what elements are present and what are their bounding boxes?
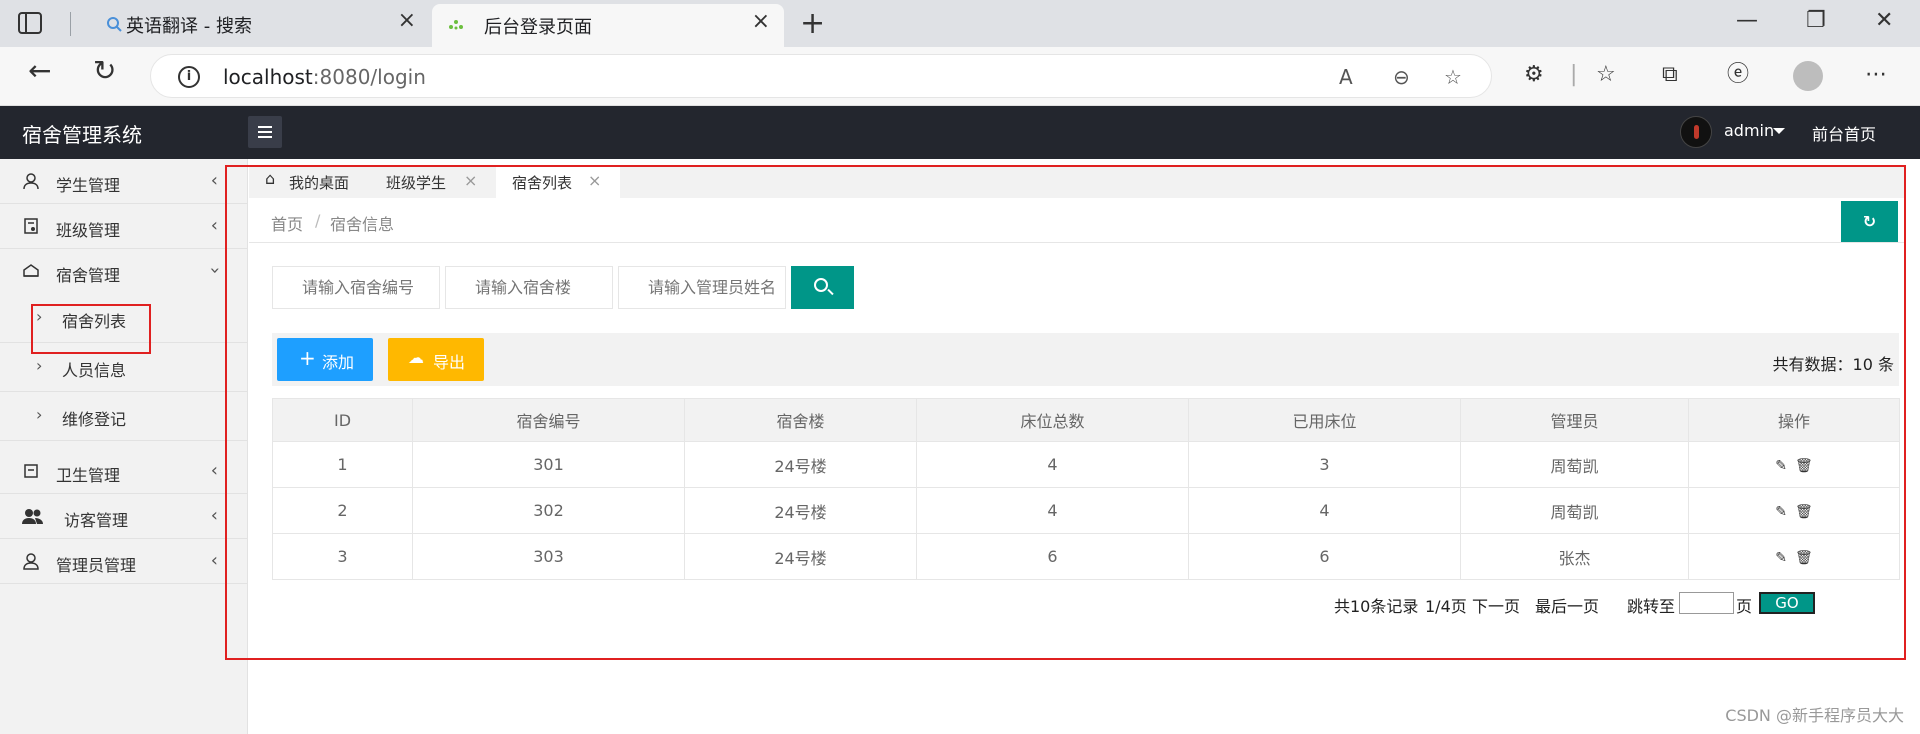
sidebar-item-label: 卫生管理 [56, 466, 121, 485]
class-icon [22, 217, 40, 235]
toolbar-divider: | [1570, 62, 1578, 87]
sidebar-item-label: 班级管理 [56, 221, 121, 240]
extensions-icon[interactable]: ⚙ [1524, 64, 1544, 86]
admin-icon [22, 552, 40, 570]
chevron-left-icon: ‹ [210, 460, 218, 481]
more-options-icon[interactable]: ⋯ [1865, 64, 1887, 86]
refresh-icon[interactable]: ↻ [93, 57, 116, 85]
chevron-right-icon: › [36, 405, 43, 424]
app-header: 宿舍管理系统 admin 前台首页 [0, 106, 1920, 159]
sidebar: 学生管理 ‹ 班级管理 ‹ 宿舍管理 ‹ › 宿舍列表 › 人员信息 › 维修登… [0, 159, 248, 734]
profile-avatar[interactable] [1793, 61, 1823, 91]
user-icon [22, 172, 40, 190]
sidebar-subitem-label: 维修登记 [62, 410, 127, 429]
browser-tab-title: 后台登录页面 [484, 17, 592, 38]
users-icon [22, 507, 43, 525]
sidebar-item-hygiene[interactable]: 卫生管理 ‹ [0, 449, 248, 494]
sidebar-item-dorms[interactable]: 宿舍管理 ‹ [0, 249, 248, 294]
sidebar-item-visitors[interactable]: 访客管理 ‹ [0, 494, 248, 539]
sidebar-item-label: 访客管理 [64, 511, 129, 530]
browser-tab-title: 英语翻译 - 搜索 [126, 16, 252, 37]
hygiene-icon [22, 462, 40, 480]
sidebar-subitem-label: 人员信息 [62, 361, 127, 380]
annotation-box-sidebar [31, 304, 151, 354]
close-window-button[interactable]: ✕ [1875, 8, 1893, 33]
collections-icon[interactable]: ⧉ [1662, 64, 1678, 86]
minimize-button[interactable]: — [1736, 8, 1758, 33]
browser-tabstrip: 英语翻译 - 搜索 × 后台登录页面 × + — ❐ ✕ [0, 0, 1920, 47]
menu-toggle-icon[interactable] [248, 116, 282, 148]
chevron-down-icon: ‹ [203, 266, 225, 275]
maximize-button[interactable]: ❐ [1806, 8, 1826, 33]
search-favicon-icon [107, 17, 122, 32]
browser-tab-login[interactable]: 后台登录页面 × [432, 4, 784, 47]
close-tab-icon[interactable]: × [752, 11, 770, 33]
sidebar-item-label: 管理员管理 [56, 556, 137, 575]
watermark: CSDN @新手程序员大大 [1725, 706, 1904, 725]
sidebar-item-students[interactable]: 学生管理 ‹ [0, 159, 248, 204]
zoom-out-icon[interactable]: ⊖ [1393, 65, 1410, 89]
user-name[interactable]: admin [1724, 121, 1774, 140]
chevron-right-icon: › [36, 356, 43, 375]
new-tab-button[interactable]: + [800, 6, 825, 41]
close-tab-icon[interactable]: × [398, 10, 416, 32]
browser-tab-search[interactable]: 英语翻译 - 搜索 × [90, 0, 430, 47]
ie-mode-icon[interactable]: ⓔ [1727, 64, 1749, 86]
dorm-icon [22, 262, 40, 280]
sidebar-subitem-repair[interactable]: › 维修登记 [0, 392, 248, 441]
user-avatar[interactable] [1680, 116, 1712, 148]
add-favorite-icon[interactable]: ☆ [1444, 65, 1462, 89]
annotation-box-main [225, 165, 1906, 660]
sidebar-item-classes[interactable]: 班级管理 ‹ [0, 204, 248, 249]
tab-separator [70, 12, 71, 36]
chevron-left-icon: ‹ [210, 550, 218, 571]
app-title: 宿舍管理系统 [22, 123, 142, 147]
address-bar[interactable]: i localhost:8080/login A ⊖ ☆ [150, 54, 1492, 98]
chevron-left-icon: ‹ [210, 170, 218, 191]
chevron-left-icon: ‹ [210, 505, 218, 526]
sidebar-item-label: 学生管理 [56, 176, 121, 195]
read-aloud-icon[interactable]: A [1339, 65, 1353, 89]
site-info-icon[interactable]: i [178, 66, 200, 88]
front-home-link[interactable]: 前台首页 [1812, 121, 1876, 145]
sidebar-item-label: 宿舍管理 [56, 266, 121, 285]
browser-toolbar: ← ↻ i localhost:8080/login A ⊖ ☆ ⚙ | ☆ ⧉… [0, 47, 1920, 106]
site-favicon-icon [449, 20, 463, 30]
url-text: localhost:8080/login [223, 65, 426, 89]
caret-down-icon[interactable] [1773, 128, 1785, 134]
tab-actions-icon[interactable] [18, 12, 42, 34]
chevron-left-icon: ‹ [210, 215, 218, 236]
favorites-icon[interactable]: ☆ [1596, 64, 1616, 86]
back-button[interactable]: ← [28, 57, 51, 85]
sidebar-item-admins[interactable]: 管理员管理 ‹ [0, 539, 248, 584]
